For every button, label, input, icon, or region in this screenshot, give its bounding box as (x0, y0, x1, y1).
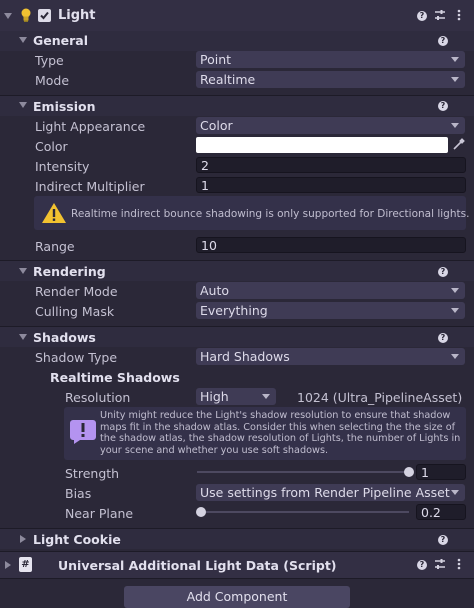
culling-mask-value: Everything (200, 303, 268, 318)
mode-value: Realtime (200, 72, 256, 87)
component-foldout-icon[interactable] (4, 13, 12, 19)
resolution-info: 1024 (Ultra_PipelineAsset) (297, 390, 463, 405)
range-field[interactable]: 10 (196, 237, 466, 253)
more-options-icon[interactable] (457, 558, 461, 570)
emission-help-icon[interactable]: ? (438, 101, 448, 111)
shadow-type-value: Hard Shadows (200, 349, 290, 364)
presets-icon[interactable] (434, 9, 446, 21)
near-plane-field[interactable]: 0.2 (416, 504, 466, 520)
bias-value: Use settings from Render Pipeline Asset (200, 485, 450, 500)
mode-dropdown[interactable]: Realtime (196, 71, 465, 88)
warning-box: Realtime indirect bounce shadowing is on… (34, 196, 470, 230)
near-plane-label: Near Plane (65, 506, 134, 521)
near-plane-slider-track[interactable] (197, 511, 409, 513)
warning-text: Realtime indirect bounce shadowing is on… (71, 208, 470, 220)
shadows-foldout-icon[interactable] (19, 334, 27, 340)
strength-field[interactable]: 1 (416, 464, 466, 480)
culling-mask-label: Culling Mask (35, 304, 115, 319)
render-mode-dropdown[interactable]: Auto (196, 282, 465, 299)
component-title: Light (58, 8, 96, 23)
add-component-label: Add Component (186, 589, 288, 604)
light-appearance-dropdown[interactable]: Color (196, 117, 465, 134)
shadows-help-icon[interactable]: ? (438, 333, 448, 343)
general-foldout-icon[interactable] (19, 37, 27, 43)
resolution-label: Resolution (65, 390, 131, 405)
help-icon[interactable]: ? (417, 11, 427, 21)
chevron-down-icon (451, 308, 459, 313)
type-label: Type (35, 53, 64, 68)
culling-mask-dropdown[interactable]: Everything (196, 302, 465, 319)
light-cookie-title: Light Cookie (33, 532, 121, 547)
shadow-type-dropdown[interactable]: Hard Shadows (196, 348, 465, 365)
info-text: Unity might reduce the Light's shadow re… (100, 410, 461, 456)
range-label: Range (35, 239, 75, 254)
type-value: Point (200, 52, 232, 67)
rendering-title: Rendering (33, 264, 106, 279)
additional-data-title: Universal Additional Light Data (Script) (58, 558, 337, 573)
color-label: Color (35, 139, 68, 154)
type-dropdown[interactable]: Point (196, 51, 465, 68)
additional-data-help-icon[interactable]: ? (417, 560, 427, 570)
chevron-down-icon (451, 123, 459, 128)
chevron-down-icon (451, 57, 459, 62)
near-plane-slider-handle[interactable] (196, 507, 207, 517)
bias-dropdown[interactable]: Use settings from Render Pipeline Asset (196, 484, 465, 501)
presets-icon[interactable] (434, 558, 446, 570)
intensity-field[interactable]: 2 (196, 157, 466, 173)
shadow-type-label: Shadow Type (35, 350, 118, 365)
bias-label: Bias (65, 486, 92, 501)
info-icon (70, 420, 96, 444)
chevron-down-icon (451, 490, 459, 495)
rendering-help-icon[interactable]: ? (438, 267, 448, 277)
light-appearance-label: Light Appearance (35, 119, 146, 134)
light-cookie-help-icon[interactable]: ? (438, 535, 448, 545)
light-bulb-icon (20, 8, 32, 22)
resolution-dropdown[interactable]: High (196, 388, 276, 405)
chevron-down-icon (451, 288, 459, 293)
script-icon: # (19, 557, 32, 572)
indirect-multiplier-label: Indirect Multiplier (35, 179, 145, 194)
eyedropper-icon[interactable] (452, 138, 465, 151)
more-options-icon[interactable] (457, 9, 461, 21)
light-cookie-foldout-icon[interactable] (20, 535, 26, 543)
color-swatch[interactable] (196, 137, 448, 153)
indirect-multiplier-field[interactable]: 1 (196, 177, 466, 193)
render-mode-value: Auto (200, 283, 230, 298)
enabled-checkbox[interactable] (38, 9, 51, 22)
general-help-icon[interactable]: ? (438, 36, 448, 46)
intensity-label: Intensity (35, 159, 90, 174)
general-title: General (33, 33, 88, 48)
add-component-button[interactable]: Add Component (124, 586, 350, 608)
strength-slider-track[interactable] (197, 471, 409, 473)
chevron-down-icon (262, 394, 270, 399)
resolution-value: High (200, 389, 229, 404)
strength-slider-handle[interactable] (404, 467, 414, 477)
info-box: Unity might reduce the Light's shadow re… (64, 407, 466, 460)
strength-label: Strength (65, 466, 120, 481)
shadows-title: Shadows (33, 330, 96, 345)
realtime-shadows-title: Realtime Shadows (50, 370, 180, 385)
emission-title: Emission (33, 99, 96, 114)
light-appearance-value: Color (200, 118, 233, 133)
warning-icon (42, 203, 66, 223)
render-mode-label: Render Mode (35, 284, 118, 299)
rendering-foldout-icon[interactable] (19, 268, 27, 274)
chevron-down-icon (451, 77, 459, 82)
mode-label: Mode (35, 73, 70, 88)
additional-data-foldout-icon[interactable] (5, 561, 11, 569)
chevron-down-icon (451, 354, 459, 359)
emission-foldout-icon[interactable] (19, 102, 27, 108)
